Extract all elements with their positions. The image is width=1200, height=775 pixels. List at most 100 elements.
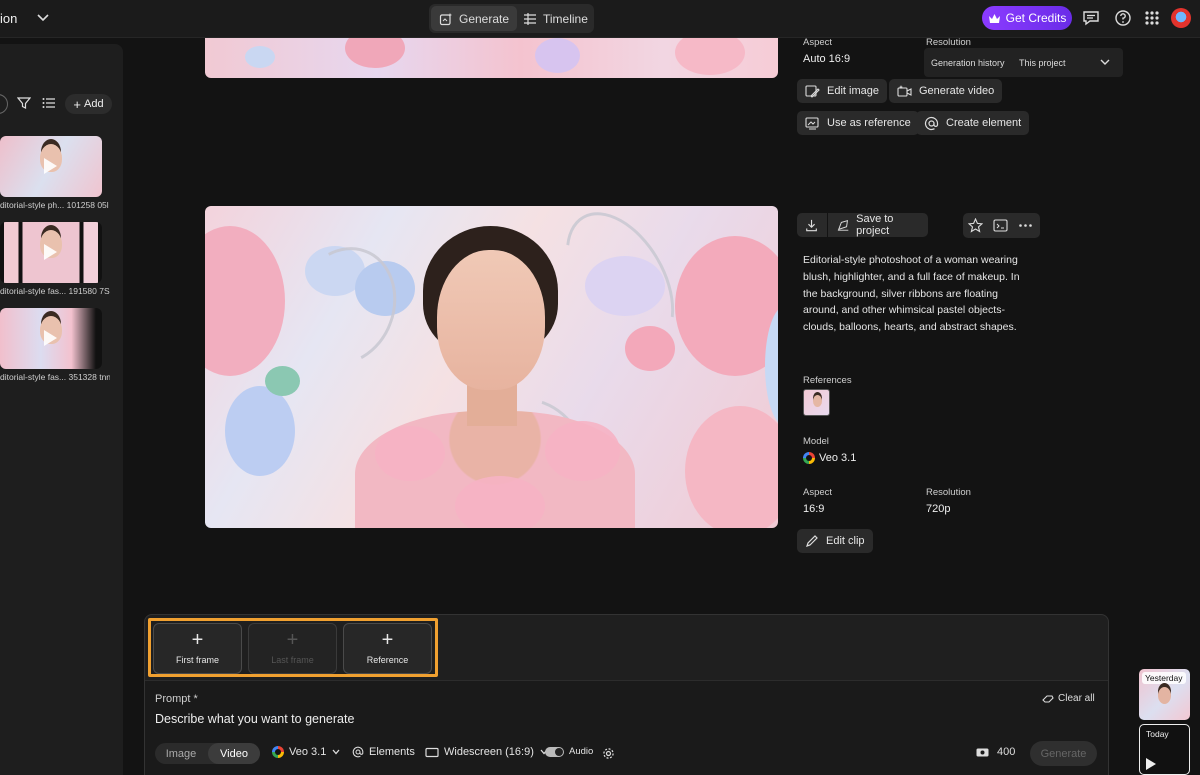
prompt-description: Editorial-style photoshoot of a woman we… <box>803 254 1020 334</box>
save-to-project-button[interactable]: Save to project <box>797 213 928 237</box>
elements-label: Elements <box>369 746 415 758</box>
generate-label: Generate <box>1040 747 1087 760</box>
play-icon[interactable] <box>1146 758 1156 770</box>
first-frame-label: First frame <box>175 654 219 665</box>
clip-actions-group <box>963 213 1040 238</box>
plus-icon: + <box>286 628 299 651</box>
get-credits-button[interactable]: Get Credits <box>982 6 1072 30</box>
aspect-select[interactable]: Widescreen (16:9) <box>425 746 549 758</box>
model-select[interactable]: Veo 3.1 <box>272 746 341 758</box>
heart-shape <box>265 366 300 396</box>
credits-icon <box>976 748 989 756</box>
prompt-label: Prompt * <box>155 693 198 705</box>
first-frame-slot[interactable]: + First frame <box>153 623 242 674</box>
ruffle-shape <box>545 421 620 481</box>
widescreen-icon <box>425 747 439 757</box>
at-sign-icon <box>924 116 939 130</box>
mode-video-label: Video <box>220 747 248 760</box>
prompt-input[interactable] <box>145 680 1108 775</box>
tab-generate[interactable]: Generate <box>431 6 518 31</box>
generation-history-select[interactable]: Generation history This project <box>924 48 1123 77</box>
eraser-icon <box>1042 695 1054 703</box>
help-icon[interactable] <box>1114 9 1132 27</box>
crown-icon <box>988 13 1000 23</box>
last-frame-slot: + Last frame <box>248 623 337 674</box>
prev-aspect-label: Aspect <box>803 37 833 48</box>
filter-icon[interactable] <box>17 96 31 110</box>
resolution-value: 720p <box>926 503 951 515</box>
reference-slot[interactable]: + Reference <box>343 623 432 674</box>
clear-all-button[interactable]: Clear all <box>1042 693 1095 704</box>
mode-toggle: Image Video <box>155 743 260 764</box>
generate-icon <box>439 12 452 25</box>
asset-thumbnail[interactable] <box>0 308 102 369</box>
tab-timeline[interactable]: Timeline <box>515 6 596 31</box>
history-card-label: Yesterday <box>1142 672 1186 684</box>
view-switcher: Generate Timeline <box>429 4 594 33</box>
history-card-today[interactable]: Today <box>1139 724 1190 775</box>
chevron-down-icon <box>332 749 340 755</box>
prompt-console-icon[interactable] <box>993 218 1008 233</box>
model-select-label: Veo 3.1 <box>289 746 327 758</box>
star-icon[interactable] <box>968 218 983 233</box>
mode-image[interactable]: Image <box>155 743 207 764</box>
more-icon[interactable] <box>1018 218 1033 233</box>
ruffle-shape <box>455 476 545 528</box>
chevron-down-icon[interactable] <box>36 10 50 24</box>
edit-image-icon <box>805 84 820 98</box>
project-title[interactable]: ion <box>0 11 17 26</box>
asset-thumbnail[interactable] <box>0 222 102 283</box>
mode-video[interactable]: Video <box>208 743 260 764</box>
at-sign-icon <box>352 746 364 758</box>
plus-icon: + <box>73 96 81 112</box>
toggle-switch[interactable] <box>545 746 564 757</box>
reference-label: Reference <box>366 654 409 665</box>
ribbon-shape <box>277 232 413 380</box>
list-view-icon[interactable] <box>42 96 56 110</box>
apps-grid-icon[interactable] <box>1143 9 1161 27</box>
balloon-shape <box>685 406 778 528</box>
use-as-reference-label: Use as reference <box>827 117 911 129</box>
avatar[interactable] <box>1171 8 1191 28</box>
credit-cost: 400 <box>976 746 1015 758</box>
edit-clip-button[interactable]: Edit clip <box>797 529 873 553</box>
create-element-label: Create element <box>946 117 1022 129</box>
reference-thumbnail[interactable] <box>803 389 830 416</box>
elements-button[interactable]: Elements <box>352 746 415 758</box>
audio-toggle[interactable]: Audio <box>545 746 593 757</box>
balloon-shape <box>675 236 778 376</box>
settings-icon[interactable] <box>602 747 615 760</box>
bubble-shape <box>535 38 580 73</box>
edit-image-label: Edit image <box>827 85 879 97</box>
use-as-reference-button[interactable]: Use as reference <box>797 111 919 135</box>
play-icon[interactable] <box>44 330 57 346</box>
get-credits-label: Get Credits <box>1005 11 1067 25</box>
asset-caption: ditorial-style fas... 351328 tnn <box>0 372 110 382</box>
prompt-placeholder[interactable]: Describe what you want to generate <box>155 712 354 726</box>
generate-video-label: Generate video <box>919 85 995 97</box>
credit-cost-value: 400 <box>997 746 1016 758</box>
create-element-button[interactable]: Create element <box>916 111 1030 135</box>
generate-button[interactable]: Generate <box>1030 741 1097 766</box>
prev-resolution-label: Resolution <box>926 37 971 48</box>
aspect-select-label: Widescreen (16:9) <box>444 746 534 758</box>
history-card-yesterday[interactable]: Yesterday <box>1139 669 1190 720</box>
previous-generated-image[interactable] <box>205 38 778 78</box>
google-logo-icon <box>803 452 815 464</box>
generated-video-preview[interactable] <box>205 206 778 528</box>
prev-aspect-value: Auto 16:9 <box>803 53 851 65</box>
balloon-shape <box>345 38 405 68</box>
timeline-icon <box>524 12 536 25</box>
generate-video-button[interactable]: Generate video <box>889 79 1003 103</box>
play-icon[interactable] <box>44 158 57 174</box>
add-asset-button[interactable]: + Add <box>65 94 112 114</box>
play-icon[interactable] <box>44 244 57 260</box>
reference-icon <box>805 116 819 129</box>
asset-thumbnail[interactable] <box>0 136 102 197</box>
feedback-icon[interactable] <box>1082 9 1100 27</box>
generation-history-label: Generation history <box>931 58 1005 68</box>
search-icon[interactable] <box>0 94 8 114</box>
top-bar: ion Generate Timeline Get Credits <box>0 0 1200 38</box>
asset-caption: ditorial-style ph... 101258 05l <box>0 200 109 210</box>
edit-image-button[interactable]: Edit image <box>797 79 887 103</box>
